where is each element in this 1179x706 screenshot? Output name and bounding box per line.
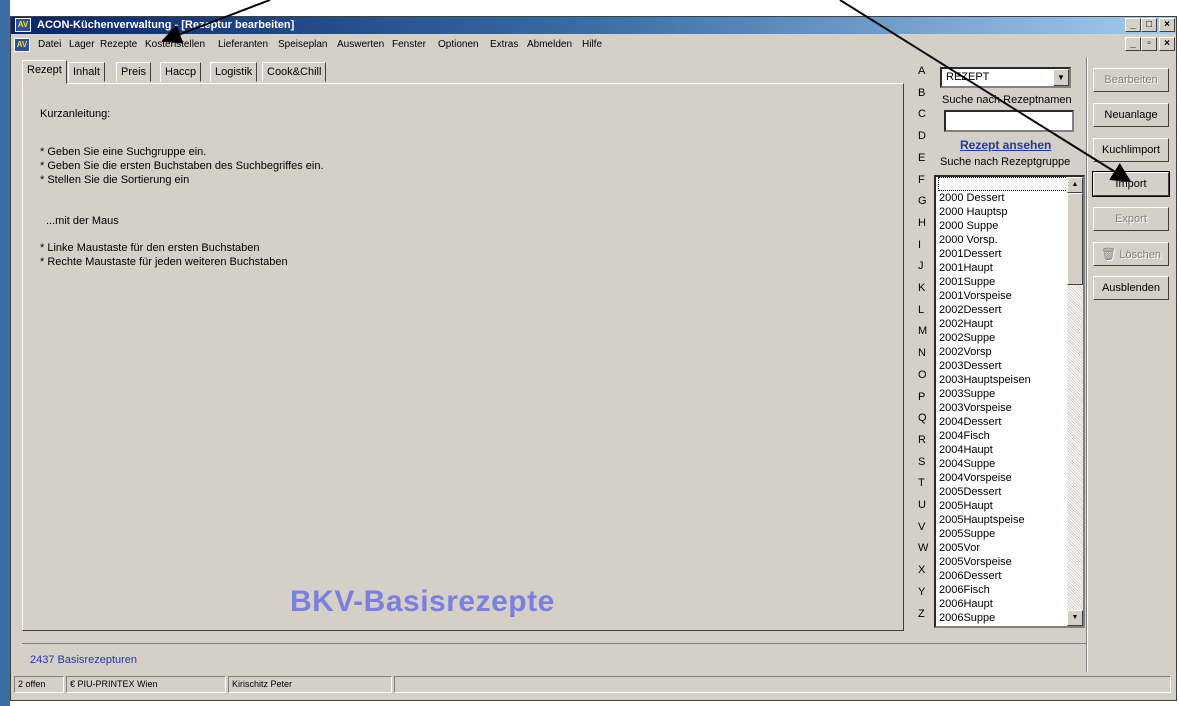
tab-rezept[interactable]: Rezept xyxy=(22,60,67,84)
arrow-to-import-button xyxy=(839,0,1132,183)
annotation-arrows xyxy=(161,0,1132,183)
arrow-to-rezepte-menu xyxy=(161,0,271,44)
